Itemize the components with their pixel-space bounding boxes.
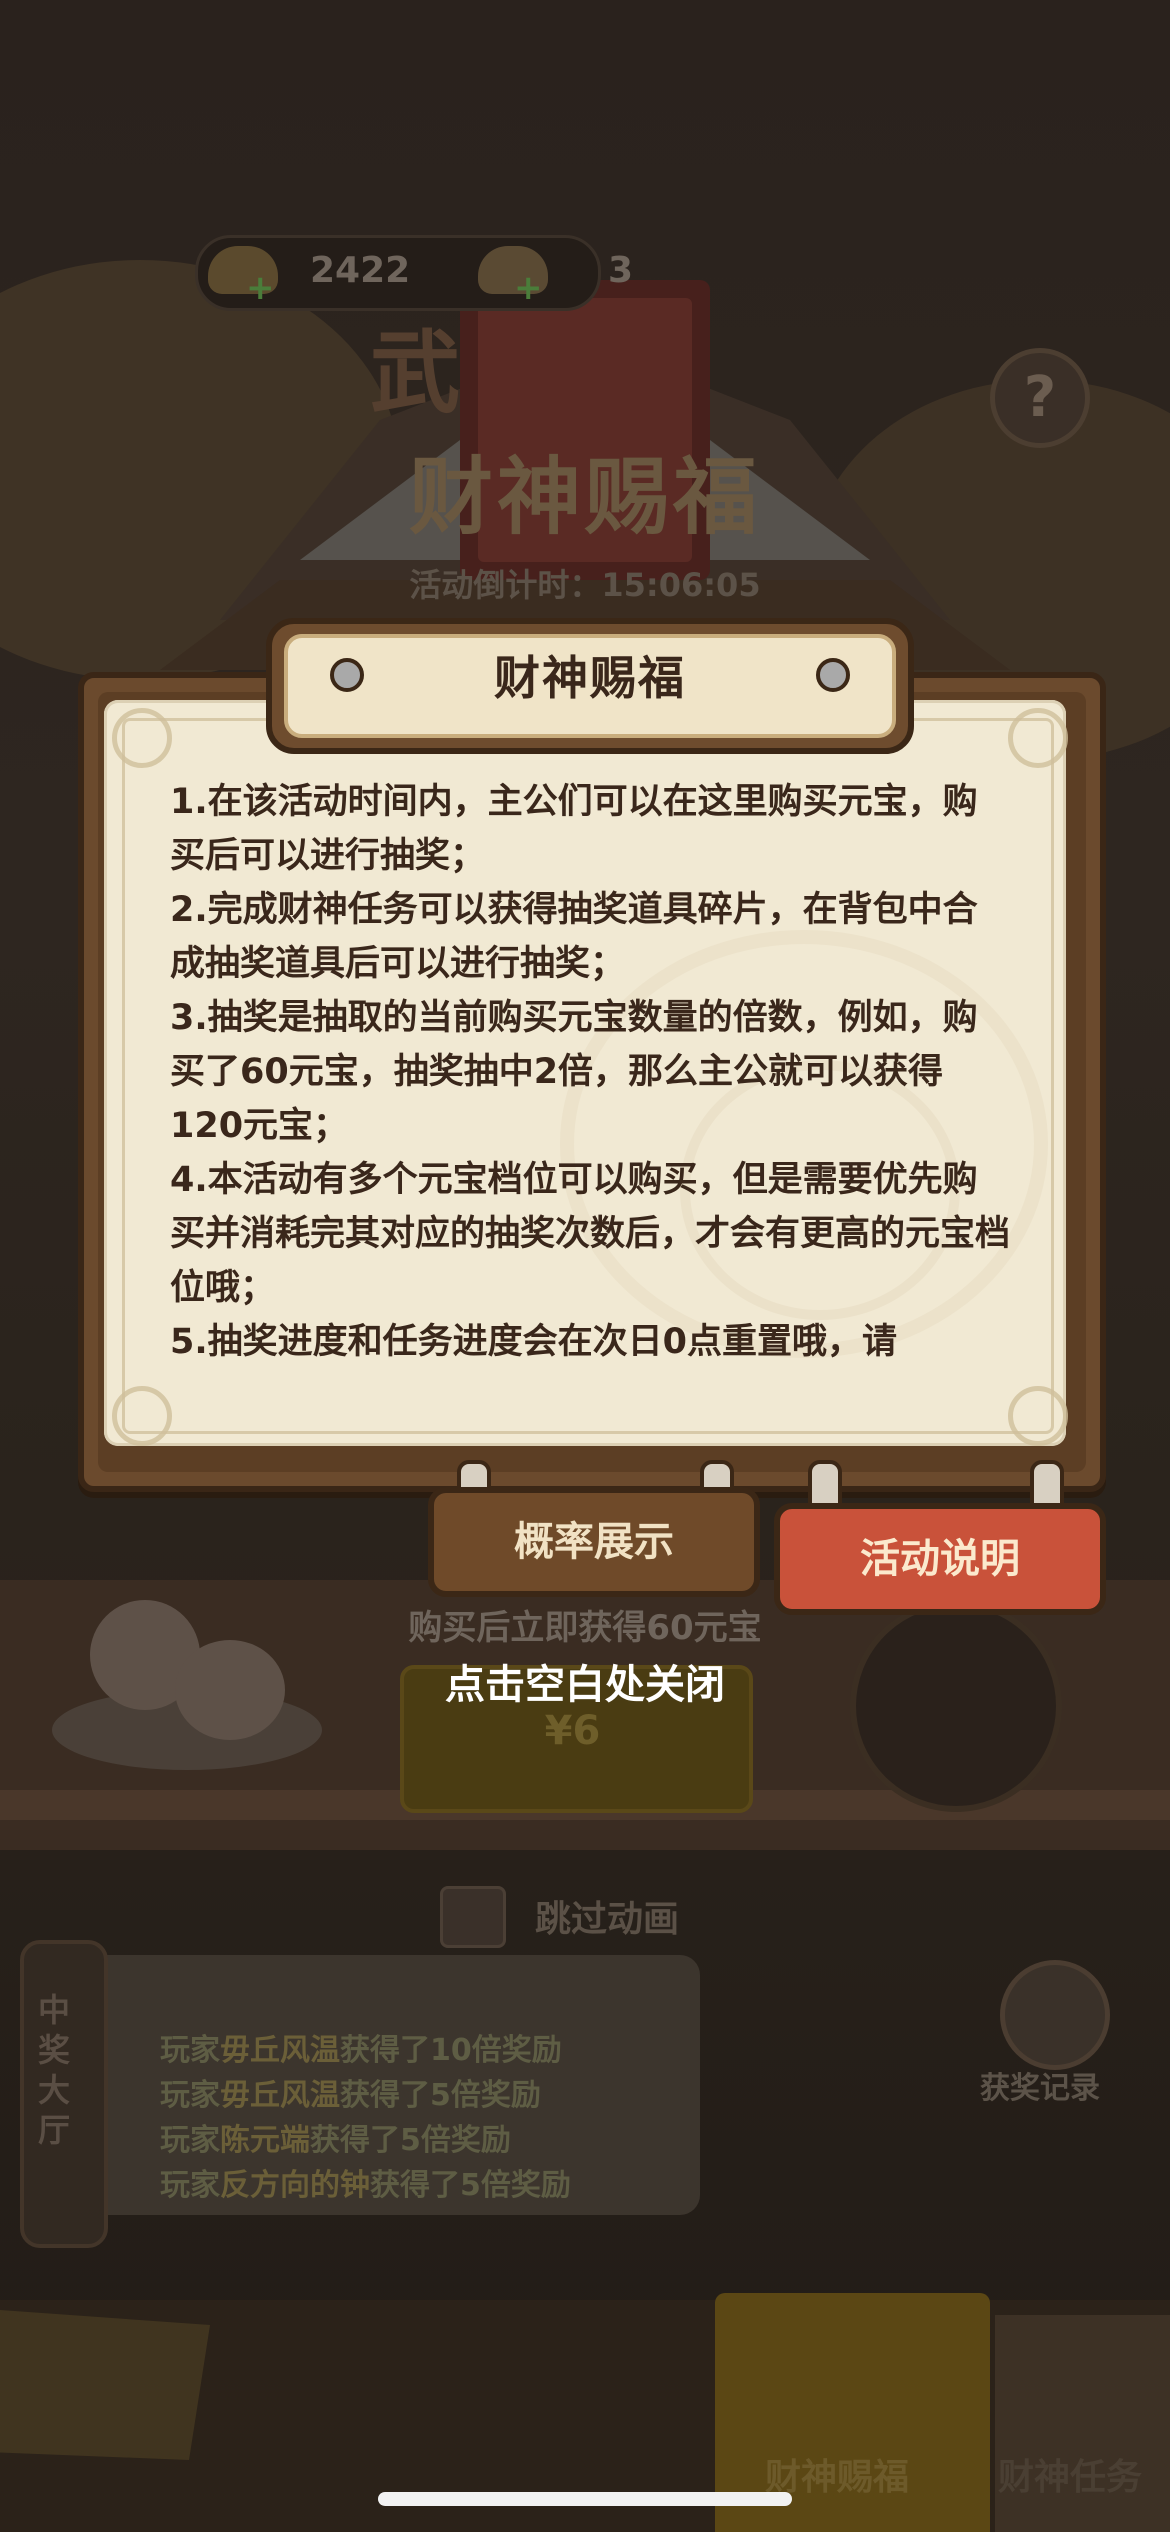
news-line: 玩家反方向的钟获得了5倍奖励 bbox=[160, 2168, 571, 2203]
news-line: 玩家毋丘风温获得了10倍奖励 bbox=[160, 2033, 562, 2068]
corner-ornament bbox=[112, 1386, 172, 1446]
tab-caishen-tasks-label: 财神任务 bbox=[998, 2457, 1143, 2498]
modal-header: 财神赐福 bbox=[266, 618, 914, 754]
news-line: 玩家陈元端获得了5倍奖励 bbox=[160, 2123, 511, 2158]
add-ingot-icon[interactable]: + bbox=[246, 268, 275, 308]
rule-paragraph: 1.在该活动时间内，主公们可以在这里购买元宝，购买后可以进行抽奖； bbox=[170, 782, 978, 876]
hall-label: 中奖大厅 bbox=[38, 1991, 71, 2149]
skip-animation-label: 跳过动画 bbox=[535, 1899, 680, 1940]
record-icon[interactable] bbox=[1000, 1960, 1110, 2070]
corner-ornament bbox=[112, 708, 172, 768]
add-fragment-icon[interactable]: + bbox=[514, 268, 543, 308]
close-hint[interactable]: 点击空白处关闭 bbox=[0, 1652, 1170, 1710]
rule-paragraph: 4.本活动有多个元宝档位可以购买，但是需要优先购买并消耗完其对应的抽奖次数后，才… bbox=[170, 1160, 1010, 1308]
corner-ornament bbox=[1008, 708, 1068, 768]
countdown: 活动倒计时：15:06:05 bbox=[409, 566, 761, 604]
price-label: ¥6 bbox=[544, 1708, 601, 1754]
home-indicator[interactable] bbox=[378, 2492, 792, 2506]
screen: { "background": { "currency": { "ingots"… bbox=[0, 0, 1170, 2532]
rule-paragraph: 3.抽奖是抽取的当前购买元宝数量的倍数，例如，购买了60元宝，抽奖抽中2倍，那么… bbox=[170, 998, 978, 1146]
banner-character: 武 bbox=[370, 321, 460, 426]
rule-paragraph: 2.完成财神任务可以获得抽奖道具碎片，在背包中合成抽奖道具后可以进行抽奖； bbox=[170, 890, 978, 984]
description-button[interactable]: 活动说明 bbox=[774, 1503, 1106, 1615]
corner-ornament bbox=[1008, 1386, 1068, 1446]
rules-text[interactable]: 1.在该活动时间内，主公们可以在这里购买元宝，购买后可以进行抽奖； 2.完成财神… bbox=[170, 775, 1010, 1375]
rule-paragraph: 5.抽奖进度和任务进度会在次日0点重置哦，请 bbox=[170, 1322, 898, 1362]
record-label: 获奖记录 bbox=[980, 2071, 1100, 2106]
ingot-count: 2422 bbox=[310, 250, 411, 291]
back-arrow-icon[interactable] bbox=[0, 2310, 210, 2460]
fragment-count: 3 bbox=[608, 250, 634, 291]
modal-title: 财神赐福 bbox=[494, 651, 686, 705]
skip-animation-checkbox[interactable] bbox=[440, 1886, 506, 1948]
probability-button[interactable]: 概率展示 bbox=[428, 1487, 760, 1597]
news-line: 玩家毋丘风温获得了5倍奖励 bbox=[160, 2078, 541, 2113]
event-title: 财神赐福 bbox=[408, 448, 761, 546]
